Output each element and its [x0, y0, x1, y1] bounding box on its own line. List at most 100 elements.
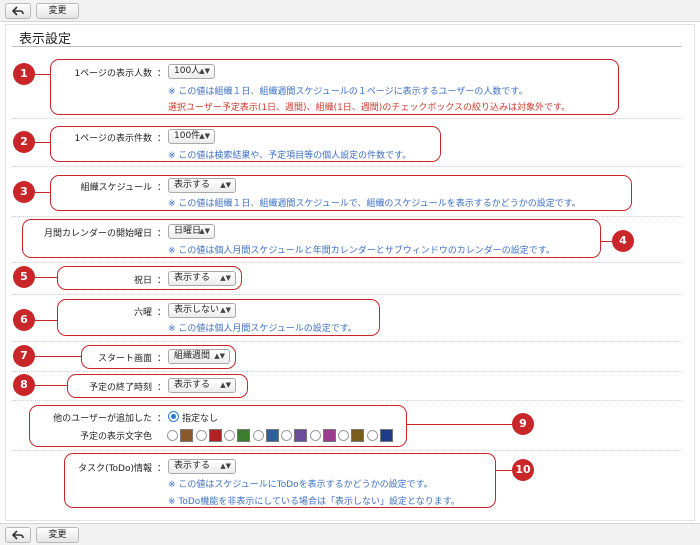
row-divider	[12, 166, 682, 167]
back-button[interactable]	[5, 527, 31, 543]
callout-leader	[496, 470, 512, 471]
color-radio-6[interactable]	[309, 430, 321, 441]
colon: ：	[157, 276, 167, 286]
callout-badge-3: 3	[13, 181, 35, 203]
color-radio-8[interactable]	[366, 430, 378, 441]
select-value: 表示する	[174, 273, 211, 283]
row-divider	[12, 371, 682, 372]
back-arrow-icon	[12, 530, 24, 540]
color-none-radio[interactable]	[168, 411, 179, 422]
callout-badge-5: 5	[13, 266, 35, 288]
week-start-select[interactable]: 日曜日 ▲▼	[168, 224, 215, 239]
row-divider	[12, 118, 682, 119]
other-user-color-label: 他のユーザーが追加した	[53, 414, 152, 424]
callout-badge-9: 9	[512, 413, 534, 435]
page-title: 表示設定	[19, 32, 72, 47]
color-swatch-6	[322, 429, 336, 442]
colon: ：	[157, 464, 167, 474]
color-radio-1[interactable]	[167, 430, 178, 441]
select-arrow-icon: ▲▼	[199, 132, 210, 140]
todo-label: タスク(ToDo)情報	[78, 464, 152, 474]
color-radio-2[interactable]	[195, 430, 207, 441]
callout-badge-4: 4	[612, 230, 634, 252]
back-button[interactable]	[5, 3, 31, 19]
start-screen-select[interactable]: 組織週間 ▲▼	[168, 349, 230, 364]
color-swatch-1	[180, 429, 193, 442]
colon: ：	[157, 308, 167, 318]
bottom-toolbar: 変更	[0, 523, 700, 545]
callout-leader	[35, 320, 57, 321]
select-value: 100人	[174, 66, 201, 76]
select-arrow-icon: ▲▼	[220, 381, 231, 389]
holiday-select[interactable]: 表示する ▲▼	[168, 271, 236, 286]
callout-badge-8: 8	[13, 374, 35, 396]
change-button[interactable]: 変更	[36, 527, 79, 543]
select-value: 日曜日	[174, 226, 202, 236]
items-per-page-select[interactable]: 100件 ▲▼	[168, 129, 215, 144]
select-arrow-icon: ▲▼	[214, 352, 225, 360]
org-schedule-note: ※ この値は組織１日、組織週間スケジュールで、組織のスケジュールを表示するかどう…	[168, 199, 581, 209]
callout-leader	[35, 356, 81, 357]
callout-leader	[35, 192, 50, 193]
callout-leader	[35, 385, 67, 386]
members-per-page-label: 1ページの表示人数	[74, 69, 152, 79]
items-note: ※ この値は検索結果や、予定項目等の個人設定の件数です。	[168, 151, 412, 161]
colon: ：	[157, 383, 167, 393]
members-note-exception: 選択ユーザー予定表示(1日、週間)、組織(1日、週間)のチェックボックスの絞り込…	[168, 103, 571, 113]
todo-select[interactable]: 表示する ▲▼	[168, 459, 236, 474]
color-swatch-4	[265, 429, 279, 442]
end-time-select[interactable]: 表示する ▲▼	[168, 378, 236, 393]
select-arrow-icon: ▲▼	[220, 462, 231, 470]
color-radio-5[interactable]	[281, 430, 292, 441]
select-arrow-icon: ▲▼	[220, 181, 231, 189]
color-radio-7[interactable]	[338, 430, 349, 441]
callout-badge-2: 2	[13, 131, 35, 153]
select-value: 表示する	[174, 461, 211, 471]
row-divider	[12, 341, 682, 342]
select-arrow-icon: ▲▼	[199, 227, 210, 235]
color-swatch-3	[237, 429, 250, 442]
color-none-label: 指定なし	[182, 414, 219, 424]
holiday-label: 祝日	[133, 276, 152, 286]
rokuyo-select[interactable]: 表示しない ▲▼	[168, 303, 236, 318]
items-per-page-label: 1ページの表示件数	[74, 134, 152, 144]
select-arrow-icon: ▲▼	[220, 274, 231, 282]
title-divider	[12, 46, 682, 47]
select-value: 100件	[174, 131, 201, 141]
start-screen-label: スタート画面	[97, 354, 152, 364]
colon: ：	[157, 183, 167, 193]
row-divider	[12, 262, 682, 263]
todo-note-2: ※ ToDo機能を非表示にしている場合は「表示しない」設定となります。	[168, 497, 460, 507]
week-start-label: 月間カレンダーの開始曜日	[43, 229, 152, 239]
select-value: 組織週間	[174, 351, 211, 361]
top-toolbar: 変更	[0, 0, 700, 22]
members-per-page-select[interactable]: 100人 ▲▼	[168, 64, 215, 79]
callout-leader	[35, 277, 57, 278]
callout-leader	[35, 142, 50, 143]
org-schedule-select[interactable]: 表示する ▲▼	[168, 178, 236, 193]
rokuyo-note: ※ この値は個人月間スケジュールの設定です。	[168, 324, 357, 334]
change-button[interactable]: 変更	[36, 3, 79, 19]
back-arrow-icon	[12, 6, 24, 16]
rokuyo-label: 六曜	[133, 308, 152, 318]
callout-badge-10: 10	[512, 459, 534, 481]
colon: ：	[157, 414, 167, 424]
callout-badge-6: 6	[13, 309, 35, 331]
color-radio-3[interactable]	[224, 430, 235, 441]
color-swatch-8	[379, 429, 393, 442]
colon: ：	[157, 229, 167, 239]
end-time-label: 予定の終了時刻	[88, 383, 152, 393]
members-note: ※ この値は組織１日、組織週間スケジュールの１ページに表示するユーザーの人数です…	[168, 87, 528, 97]
callout-leader	[601, 241, 612, 242]
org-schedule-label: 組織スケジュール	[80, 183, 152, 193]
colon: ：	[157, 134, 167, 144]
select-value: 表示しない	[174, 305, 220, 315]
color-swatch-5	[294, 429, 307, 442]
color-radio-4[interactable]	[252, 430, 264, 441]
row-divider	[12, 450, 682, 451]
other-user-color-label-line2: 予定の表示文字色	[79, 432, 152, 442]
row-divider	[12, 400, 682, 401]
todo-note: ※ この値はスケジュールにToDoを表示するかどうかの設定です。	[168, 480, 433, 490]
colon: ：	[157, 354, 167, 364]
color-swatch-7	[351, 429, 364, 442]
